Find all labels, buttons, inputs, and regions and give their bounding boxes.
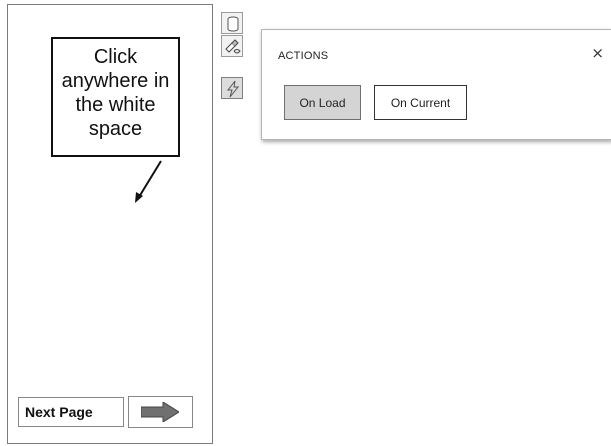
- instruction-callout: Click anywhere in the white space: [51, 37, 180, 157]
- callout-line: Click: [93, 46, 138, 68]
- callout-line: the white: [75, 94, 156, 116]
- next-page-label: Next Page: [18, 397, 124, 427]
- formatting-icon: [225, 39, 241, 54]
- right-arrow-icon: [141, 402, 179, 422]
- data-source-button[interactable]: [221, 12, 243, 34]
- design-canvas[interactable]: Click anywhere in the white space Next P…: [0, 0, 611, 446]
- on-current-button[interactable]: On Current: [374, 85, 467, 120]
- actions-panel: ACTIONS × On Load On Current: [261, 29, 611, 140]
- data-source-icon: [227, 16, 239, 32]
- close-icon[interactable]: ×: [591, 44, 604, 62]
- formatting-button[interactable]: [221, 35, 243, 57]
- actions-popup: ACTIONS × On Load On Current: [248, 29, 611, 142]
- callout-line: space: [88, 118, 143, 140]
- popup-title: ACTIONS: [278, 50, 329, 62]
- actions-icon: [226, 80, 240, 98]
- actions-button[interactable]: [221, 77, 243, 99]
- next-page-button[interactable]: [128, 396, 193, 428]
- form-page-panel[interactable]: Click anywhere in the white space Next P…: [7, 4, 213, 444]
- on-load-button[interactable]: On Load: [284, 85, 361, 120]
- callout-line: anywhere in: [61, 70, 170, 92]
